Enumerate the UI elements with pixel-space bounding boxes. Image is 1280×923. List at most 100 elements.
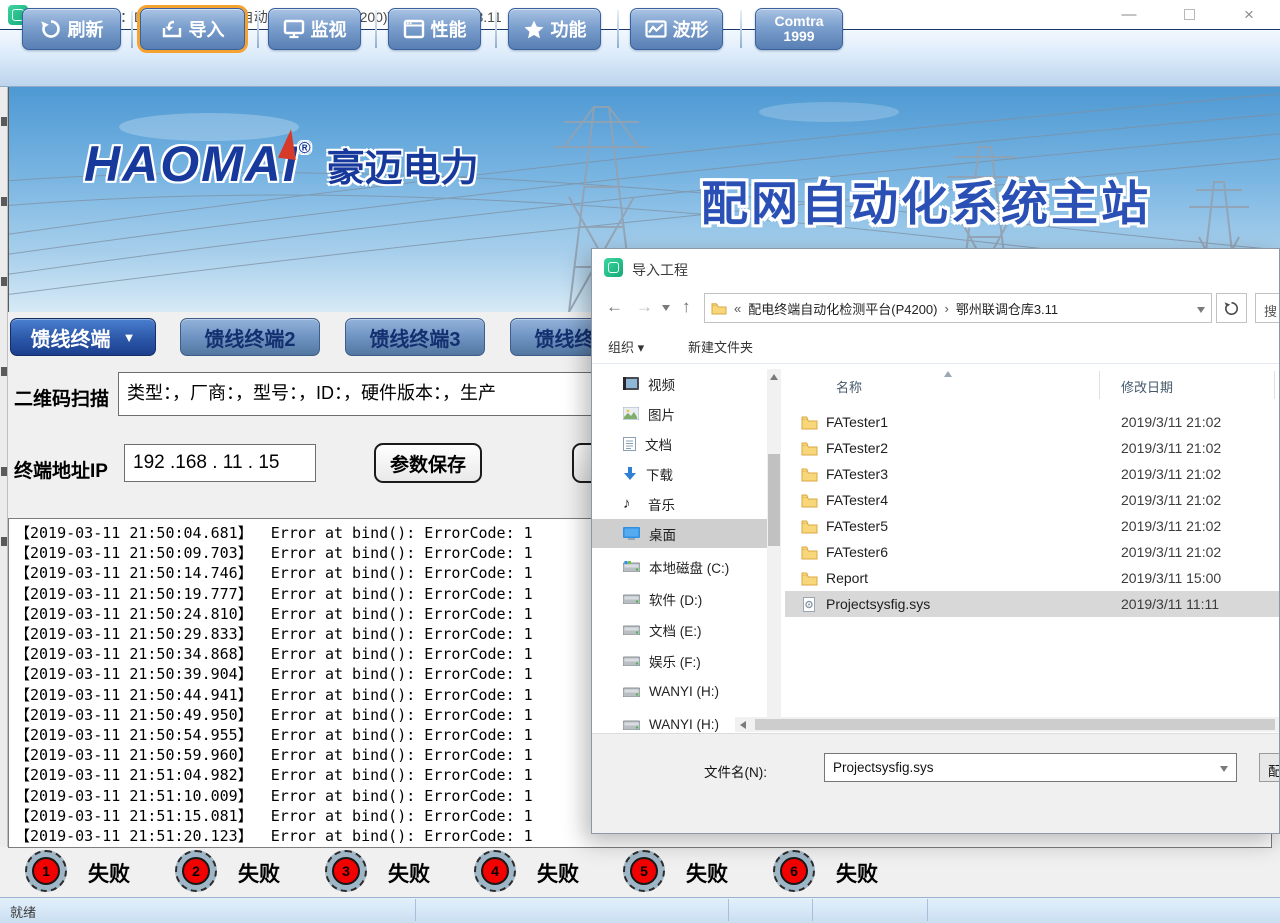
- sidebar-item-drive-c[interactable]: 本地磁盘 (C:): [592, 552, 767, 581]
- column-header-name[interactable]: 名称: [836, 377, 862, 396]
- sidebar-item-pictures[interactable]: 图片: [592, 399, 767, 428]
- terminal-ip-label: 终端地址IP: [14, 456, 108, 483]
- file-row[interactable]: FATester52019/3/11 21:02: [785, 513, 1280, 539]
- import-icon: [161, 19, 183, 39]
- statusbar-separator: [927, 899, 928, 921]
- waveform-button[interactable]: 波形: [630, 8, 723, 50]
- logo-text-en: HAOMAI: [84, 136, 299, 192]
- refresh-icon: [40, 19, 62, 39]
- maximize-button[interactable]: [1166, 0, 1212, 29]
- downloads-icon: [623, 467, 637, 481]
- minimize-button[interactable]: —: [1106, 0, 1152, 29]
- tab-label: 馈线终端: [31, 323, 111, 352]
- sidebar-item-videos[interactable]: 视频: [592, 369, 767, 398]
- file-row[interactable]: Report2019/3/11 15:00: [785, 565, 1280, 591]
- scrollbar-thumb[interactable]: [755, 719, 1275, 730]
- file-row[interactable]: FATester12019/3/11 21:02: [785, 409, 1280, 435]
- performance-button[interactable]: 性能: [388, 8, 481, 50]
- status-lamp-number: 1: [32, 857, 60, 885]
- up-button[interactable]: ↑: [682, 297, 691, 317]
- import-button[interactable]: 导入: [140, 8, 245, 50]
- filetype-dropdown[interactable]: 配: [1259, 753, 1280, 782]
- toolbar-button-label: 功能: [551, 16, 587, 42]
- dialog-title: 导入工程: [632, 260, 688, 280]
- drive-icon: [623, 655, 640, 666]
- toolbar-button-label: 刷新: [68, 16, 104, 42]
- status-lamp-label: 失败: [88, 858, 130, 888]
- scroll-up-icon[interactable]: [770, 374, 778, 380]
- new-folder-button[interactable]: 新建文件夹: [688, 337, 753, 356]
- breadcrumb-platform[interactable]: 配电终端自动化检测平台(P4200): [748, 299, 937, 318]
- filename-input[interactable]: Projectsysfig.sys: [824, 753, 1237, 782]
- drive-icon: [623, 593, 640, 604]
- breadcrumb-prefix: «: [734, 301, 741, 316]
- sidebar-scrollbar[interactable]: [767, 369, 781, 732]
- file-row[interactable]: FATester62019/3/11 21:02: [785, 539, 1280, 565]
- monitor-icon: [283, 19, 305, 39]
- address-bar[interactable]: « 配电终端自动化检测平台(P4200) › 鄂州联调仓库3.11: [704, 293, 1212, 323]
- folder-icon: [801, 545, 818, 560]
- haomai-logo: HAOMAI®豪迈电力: [84, 135, 479, 193]
- status-lamp-2: 2: [175, 850, 217, 892]
- scroll-left-icon[interactable]: [740, 721, 746, 729]
- filename-label: 文件名(N):: [704, 761, 767, 781]
- comtrade-button[interactable]: Comtra1999: [755, 8, 843, 50]
- sidebar-item-drive-d[interactable]: 软件 (D:): [592, 584, 767, 613]
- history-dropdown-icon[interactable]: [662, 305, 670, 311]
- dialog-app-icon: [604, 258, 623, 277]
- filename-dropdown-icon[interactable]: [1220, 760, 1228, 775]
- close-button[interactable]: ×: [1226, 0, 1272, 29]
- file-row[interactable]: FATester32019/3/11 21:02: [785, 461, 1280, 487]
- folder-icon: [801, 441, 818, 456]
- statusbar-separator: [415, 899, 416, 921]
- chevron-down-icon: ▾: [638, 340, 645, 355]
- sidebar-item-desktop[interactable]: 桌面: [592, 519, 767, 548]
- dialog-bottom-panel: [592, 733, 1280, 834]
- status-lamp-label: 失败: [537, 858, 579, 888]
- banner-title: 配网自动化系统主站: [701, 165, 1151, 234]
- status-text: 就绪: [10, 902, 36, 921]
- sidebar-item-drive-h[interactable]: WANYI (H:): [592, 677, 767, 706]
- import-dialog: 导入工程 ← → ↑ « 配电终端自动化检测平台(P4200) › 鄂州联调仓库…: [591, 248, 1280, 834]
- file-row[interactable]: FATester42019/3/11 21:02: [785, 487, 1280, 513]
- horizontal-scrollbar[interactable]: [735, 717, 1280, 732]
- toolbar-separator: [375, 10, 377, 48]
- save-params-button[interactable]: 参数保存: [374, 443, 482, 483]
- refresh-button[interactable]: 刷新: [22, 8, 121, 50]
- sidebar-item-music[interactable]: ♪ 音乐: [592, 489, 767, 518]
- search-input[interactable]: 搜: [1255, 293, 1280, 323]
- terminal-ip-input[interactable]: 192 .168 . 11 . 15: [124, 444, 316, 482]
- status-lamp-number: 3: [332, 857, 360, 885]
- tab-feeder-terminal-2[interactable]: 馈线终端2: [180, 318, 320, 356]
- address-dropdown-icon[interactable]: [1197, 301, 1205, 316]
- toolbar-separator: [617, 10, 619, 48]
- organize-menu[interactable]: 组织 ▾: [608, 337, 644, 356]
- tab-feeder-terminal-3[interactable]: 馈线终端3: [345, 318, 485, 356]
- statusbar-separator: [812, 899, 813, 921]
- star-icon: [523, 19, 545, 39]
- maximize-icon: [1184, 9, 1195, 20]
- sidebar-item-documents[interactable]: 文档: [592, 429, 767, 458]
- monitor-button[interactable]: 监视: [268, 8, 361, 50]
- status-lamp-label: 失败: [836, 858, 878, 888]
- function-button[interactable]: 功能: [508, 8, 601, 50]
- tab-feeder-terminal-1[interactable]: 馈线终端 ▼: [10, 318, 156, 356]
- sidebar-item-drive-e[interactable]: 文档 (E:): [592, 615, 767, 644]
- toolbar-button-label: 导入: [189, 16, 225, 42]
- scrollbar-thumb[interactable]: [768, 454, 780, 546]
- forward-button[interactable]: →: [636, 297, 653, 317]
- column-divider: [1274, 371, 1275, 399]
- comtrade-button-label: Comtra1999: [774, 14, 823, 44]
- sidebar-item-drive-f[interactable]: 娱乐 (F:): [592, 646, 767, 675]
- breadcrumb-folder[interactable]: 鄂州联调仓库3.11: [956, 299, 1058, 318]
- back-button[interactable]: ←: [606, 297, 623, 317]
- drive-icon: [623, 719, 640, 730]
- refresh-address-button[interactable]: [1216, 293, 1247, 323]
- folder-icon: [801, 467, 818, 482]
- file-row[interactable]: FATester22019/3/11 21:02: [785, 435, 1280, 461]
- file-row-selected[interactable]: Projectsysfig.sys2019/3/11 11:11: [785, 591, 1280, 617]
- sidebar-item-downloads[interactable]: 下载: [592, 459, 767, 488]
- toolbar-separator: [495, 10, 497, 48]
- status-lamp-label: 失败: [388, 858, 430, 888]
- column-header-date[interactable]: 修改日期: [1121, 377, 1173, 396]
